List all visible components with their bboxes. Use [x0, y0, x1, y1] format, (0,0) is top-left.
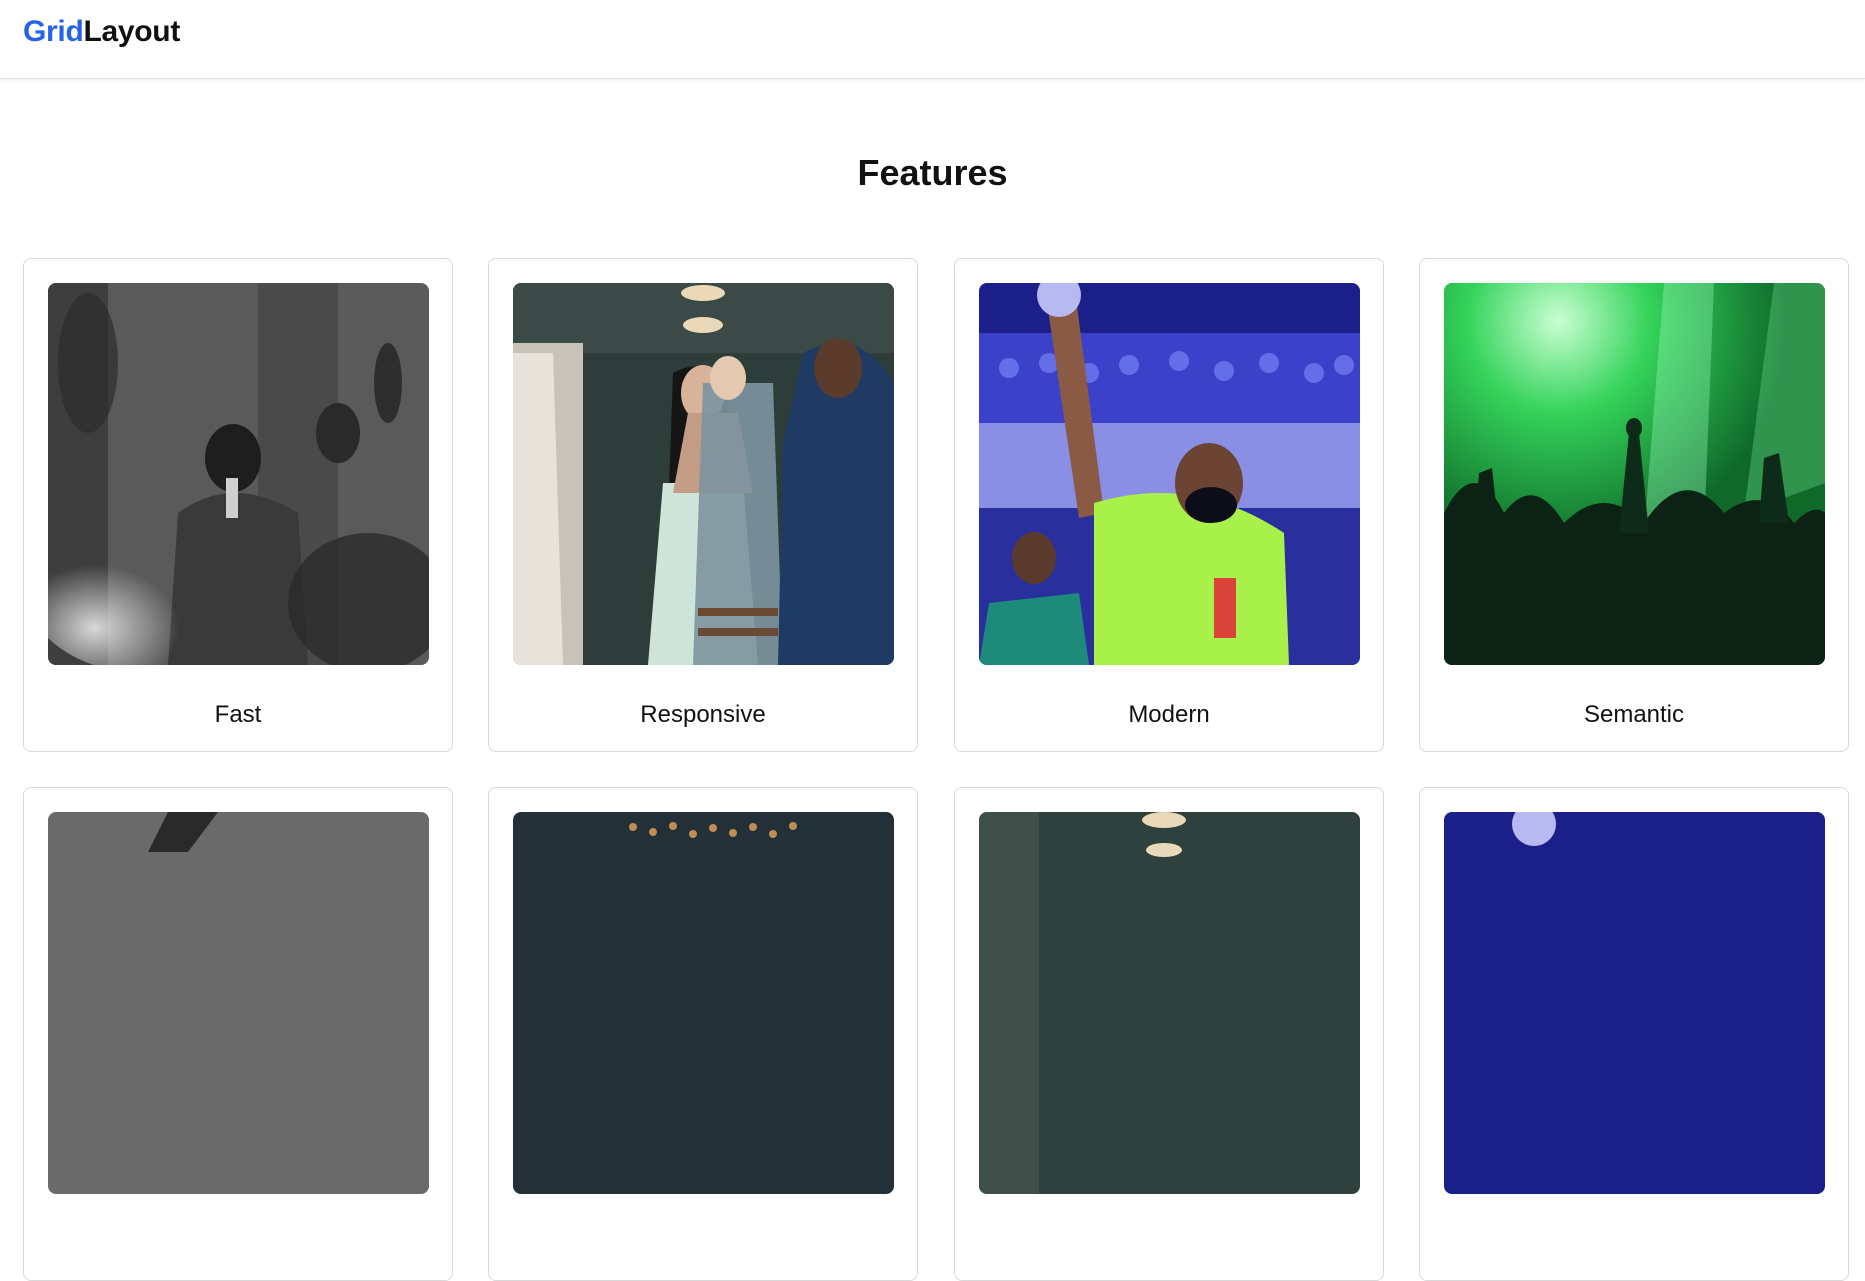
feature-label-semantic: Semantic — [1583, 701, 1685, 728]
feature-image-modern — [979, 283, 1360, 665]
brand-logo[interactable]: GridLayout — [23, 15, 180, 49]
brand-logo-grid: Grid — [23, 15, 84, 48]
top-navbar: GridLayout — [0, 0, 1865, 79]
feature-card-8[interactable] — [1419, 787, 1849, 1281]
feature-card-modern[interactable]: Modern — [954, 258, 1384, 752]
feature-card-semantic[interactable]: Semantic — [1419, 258, 1849, 752]
brand-logo-layout: Layout — [83, 15, 181, 48]
feature-image-5 — [48, 812, 429, 1194]
feature-image-7 — [979, 812, 1360, 1194]
feature-image-6 — [513, 812, 894, 1194]
feature-card-6[interactable] — [488, 787, 918, 1281]
feature-image-responsive — [513, 283, 894, 665]
feature-label-fast: Fast — [214, 701, 262, 728]
feature-card-7[interactable] — [954, 787, 1384, 1281]
feature-image-semantic — [1444, 283, 1825, 665]
feature-image-fast — [48, 283, 429, 665]
feature-card-responsive[interactable]: Responsive — [488, 258, 918, 752]
feature-label-responsive: Responsive — [640, 701, 766, 728]
feature-card-fast[interactable]: Fast — [23, 258, 453, 752]
feature-label-modern: Modern — [1128, 701, 1210, 728]
section-title: Features — [857, 152, 1008, 193]
feature-image-8 — [1444, 812, 1825, 1194]
feature-card-5[interactable] — [23, 787, 453, 1281]
